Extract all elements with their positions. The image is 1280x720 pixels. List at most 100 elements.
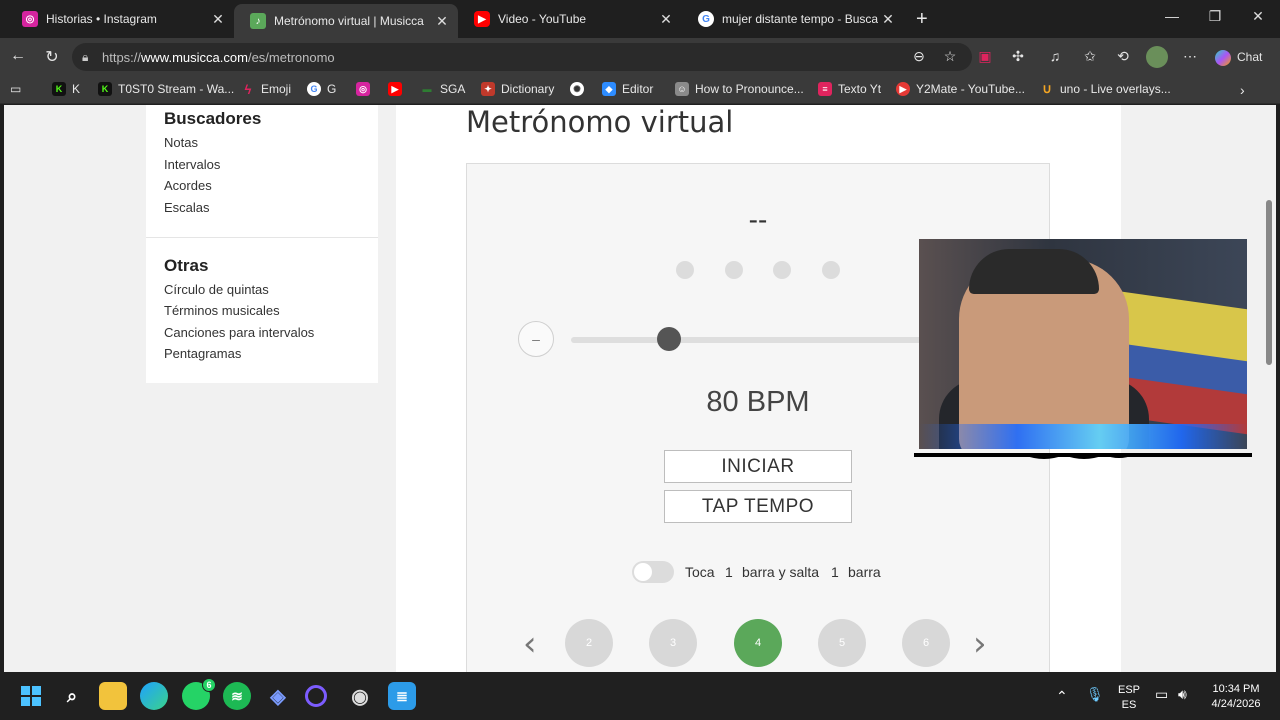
bookmark-editor[interactable]: ◆ Editor	[602, 82, 653, 96]
decrease-tempo-button[interactable]: –	[518, 321, 554, 357]
tap-tempo-button[interactable]: TAP TEMPO	[664, 490, 852, 523]
microphone-icon[interactable]: 🎙︎	[1086, 686, 1104, 703]
bookmark-label: Editor	[622, 82, 654, 96]
uno-icon: ∪	[1042, 81, 1052, 96]
bookmark-k[interactable]: KK	[52, 82, 80, 96]
bookmark-openai[interactable]: ✺	[570, 82, 590, 96]
close-icon[interactable]: ✕	[208, 11, 228, 28]
copilot-chat-button[interactable]: Chat	[1215, 50, 1275, 66]
google-icon: G	[698, 11, 714, 27]
language-indicator[interactable]: ESP ES	[1116, 684, 1142, 711]
network-icon[interactable]: ▭	[1155, 686, 1168, 703]
sidebar-item-terminos-musicales[interactable]: Términos musicales	[164, 303, 280, 318]
bookmarks-more-chevron-icon[interactable]: ›	[1240, 82, 1245, 98]
favorites-icon[interactable]: ✩	[1080, 48, 1100, 65]
media-icon[interactable]: ♫	[1045, 48, 1065, 64]
tab-title: mujer distante tempo - Buscar con	[722, 12, 878, 26]
bookmark-instagram[interactable]: ◎	[356, 82, 376, 96]
url-field[interactable]: 🔒︎ https://www.musicca.com/es/metronomo	[72, 43, 972, 71]
bar-skip-toggle[interactable]	[632, 561, 674, 583]
bookmark-texto-yt[interactable]: ≡ Texto Yt	[818, 82, 881, 96]
bookmark-label: SGA	[440, 82, 466, 96]
bookmark-label: How to Pronounce...	[695, 82, 804, 96]
keyboard-code: ES	[1121, 699, 1137, 711]
search-icon[interactable]: ⌕	[58, 682, 86, 710]
toggle-text: Toca	[685, 564, 715, 580]
minimize-icon[interactable]: —	[1152, 8, 1192, 24]
favorite-star-icon[interactable]: ☆	[940, 48, 960, 65]
tempo-slider-handle[interactable]	[657, 327, 682, 351]
tab-title: Metrónomo virtual | Musicca	[274, 14, 424, 28]
extension-icon[interactable]: ▣	[975, 48, 995, 65]
history-icon[interactable]: ⟲	[1113, 48, 1133, 65]
bookmark-how-to-pronounce[interactable]: ☺ How to Pronounce...	[675, 82, 804, 96]
page-scrollbar[interactable]	[1262, 105, 1276, 672]
notepad-icon[interactable]: ≣	[388, 682, 416, 710]
bookmark-uno[interactable]: ∪ uno - Live overlays...	[1040, 81, 1170, 96]
bookmark-dictionary[interactable]: ✦ Dictionary	[481, 82, 554, 96]
bookmark-y2mate[interactable]: ▶ Y2Mate - YouTube...	[896, 82, 1025, 96]
play-bars-value[interactable]: 1	[725, 564, 733, 580]
spotify-icon[interactable]: ≋	[223, 682, 251, 710]
whatsapp-icon[interactable]: 6	[182, 678, 216, 710]
prev-chevron-icon[interactable]: ‹	[523, 624, 537, 664]
beats-option-6[interactable]: 6	[902, 619, 950, 667]
start-button[interactable]: INICIAR	[664, 450, 852, 483]
beats-option-4[interactable]: 4	[734, 619, 782, 667]
close-icon[interactable]: ✕	[878, 11, 898, 28]
bookmark-label: Y2Mate - YouTube...	[916, 82, 1025, 96]
sidebar-item-circulo-quintas[interactable]: Círculo de quintas	[164, 282, 269, 297]
bookmark-tosto-stream[interactable]: K T0ST0 Stream - Wa...	[98, 82, 234, 96]
sidebar-item-acordes[interactable]: Acordes	[164, 178, 212, 193]
obs-studio-icon[interactable]: ◉	[346, 682, 374, 710]
clock[interactable]: 10:34 PM 4/24/2026	[1204, 683, 1268, 710]
app-diamond-icon[interactable]: ◈	[264, 682, 292, 710]
bookmark-label: Texto Yt	[838, 82, 882, 96]
bookmark-g[interactable]: GG	[307, 82, 336, 96]
profile-avatar[interactable]	[1146, 46, 1168, 68]
sidebar-item-canciones-intervalos[interactable]: Canciones para intervalos	[164, 325, 314, 340]
tray-chevron-icon[interactable]: ⌃	[1056, 688, 1068, 705]
clock-time: 10:34 PM	[1212, 683, 1260, 695]
beats-option-2[interactable]: 2	[565, 619, 613, 667]
tab-google[interactable]: G mujer distante tempo - Buscar con ✕	[682, 4, 904, 34]
volume-icon[interactable]: 🔊︎	[1178, 686, 1187, 703]
bookmarks-toggle-icon[interactable]: ▭	[10, 82, 21, 96]
beats-option-5[interactable]: 5	[818, 619, 866, 667]
tempo-slider-track[interactable]	[571, 337, 931, 343]
obs-like-icon[interactable]	[305, 685, 327, 707]
windows-start-icon[interactable]	[17, 682, 45, 710]
sidebar-item-intervalos[interactable]: Intervalos	[164, 157, 220, 172]
sidebar-item-notas[interactable]: Notas	[164, 135, 198, 150]
next-chevron-icon[interactable]: ›	[973, 624, 987, 664]
new-tab-button[interactable]: +	[906, 4, 944, 34]
close-window-icon[interactable]: ✕	[1238, 8, 1278, 25]
sga-icon: ▬	[422, 84, 432, 94]
bookmark-sga[interactable]: ▬ SGA	[420, 82, 466, 96]
close-icon[interactable]: ✕	[656, 11, 676, 28]
reader-icon[interactable]: ⊖	[909, 48, 929, 65]
skip-bars-value[interactable]: 1	[831, 564, 839, 580]
close-icon[interactable]: ✕	[432, 13, 452, 30]
edge-browser-icon[interactable]	[140, 682, 168, 710]
bookmark-youtube[interactable]: ▶	[388, 82, 408, 96]
bookmark-emoji[interactable]: ϟ Emoji	[241, 81, 291, 97]
toggle-text: barra y salta	[742, 564, 820, 580]
tab-metronomo[interactable]: ♪ Metrónomo virtual | Musicca ✕	[234, 4, 458, 38]
reload-icon[interactable]: ↻	[40, 47, 64, 67]
beat-dot	[725, 261, 743, 279]
sidebar-item-escalas[interactable]: Escalas	[164, 200, 210, 215]
restore-icon[interactable]: ❐	[1195, 8, 1235, 25]
editor-icon: ◆	[602, 82, 616, 96]
more-icon[interactable]: ⋯	[1180, 48, 1200, 65]
sidebar-item-pentagramas[interactable]: Pentagramas	[164, 346, 241, 361]
file-explorer-icon[interactable]	[99, 682, 127, 710]
back-icon[interactable]: ←	[6, 47, 30, 65]
scrollbar-thumb[interactable]	[1266, 200, 1272, 365]
puzzle-icon[interactable]: ✣	[1008, 48, 1028, 65]
bolt-icon: ϟ	[244, 81, 252, 97]
beats-option-3[interactable]: 3	[649, 619, 697, 667]
tab-instagram[interactable]: ◎ Historias • Instagram ✕	[6, 4, 234, 34]
tab-youtube[interactable]: ▶ Video - YouTube ✕	[458, 4, 682, 34]
sidebar-divider	[146, 237, 378, 238]
